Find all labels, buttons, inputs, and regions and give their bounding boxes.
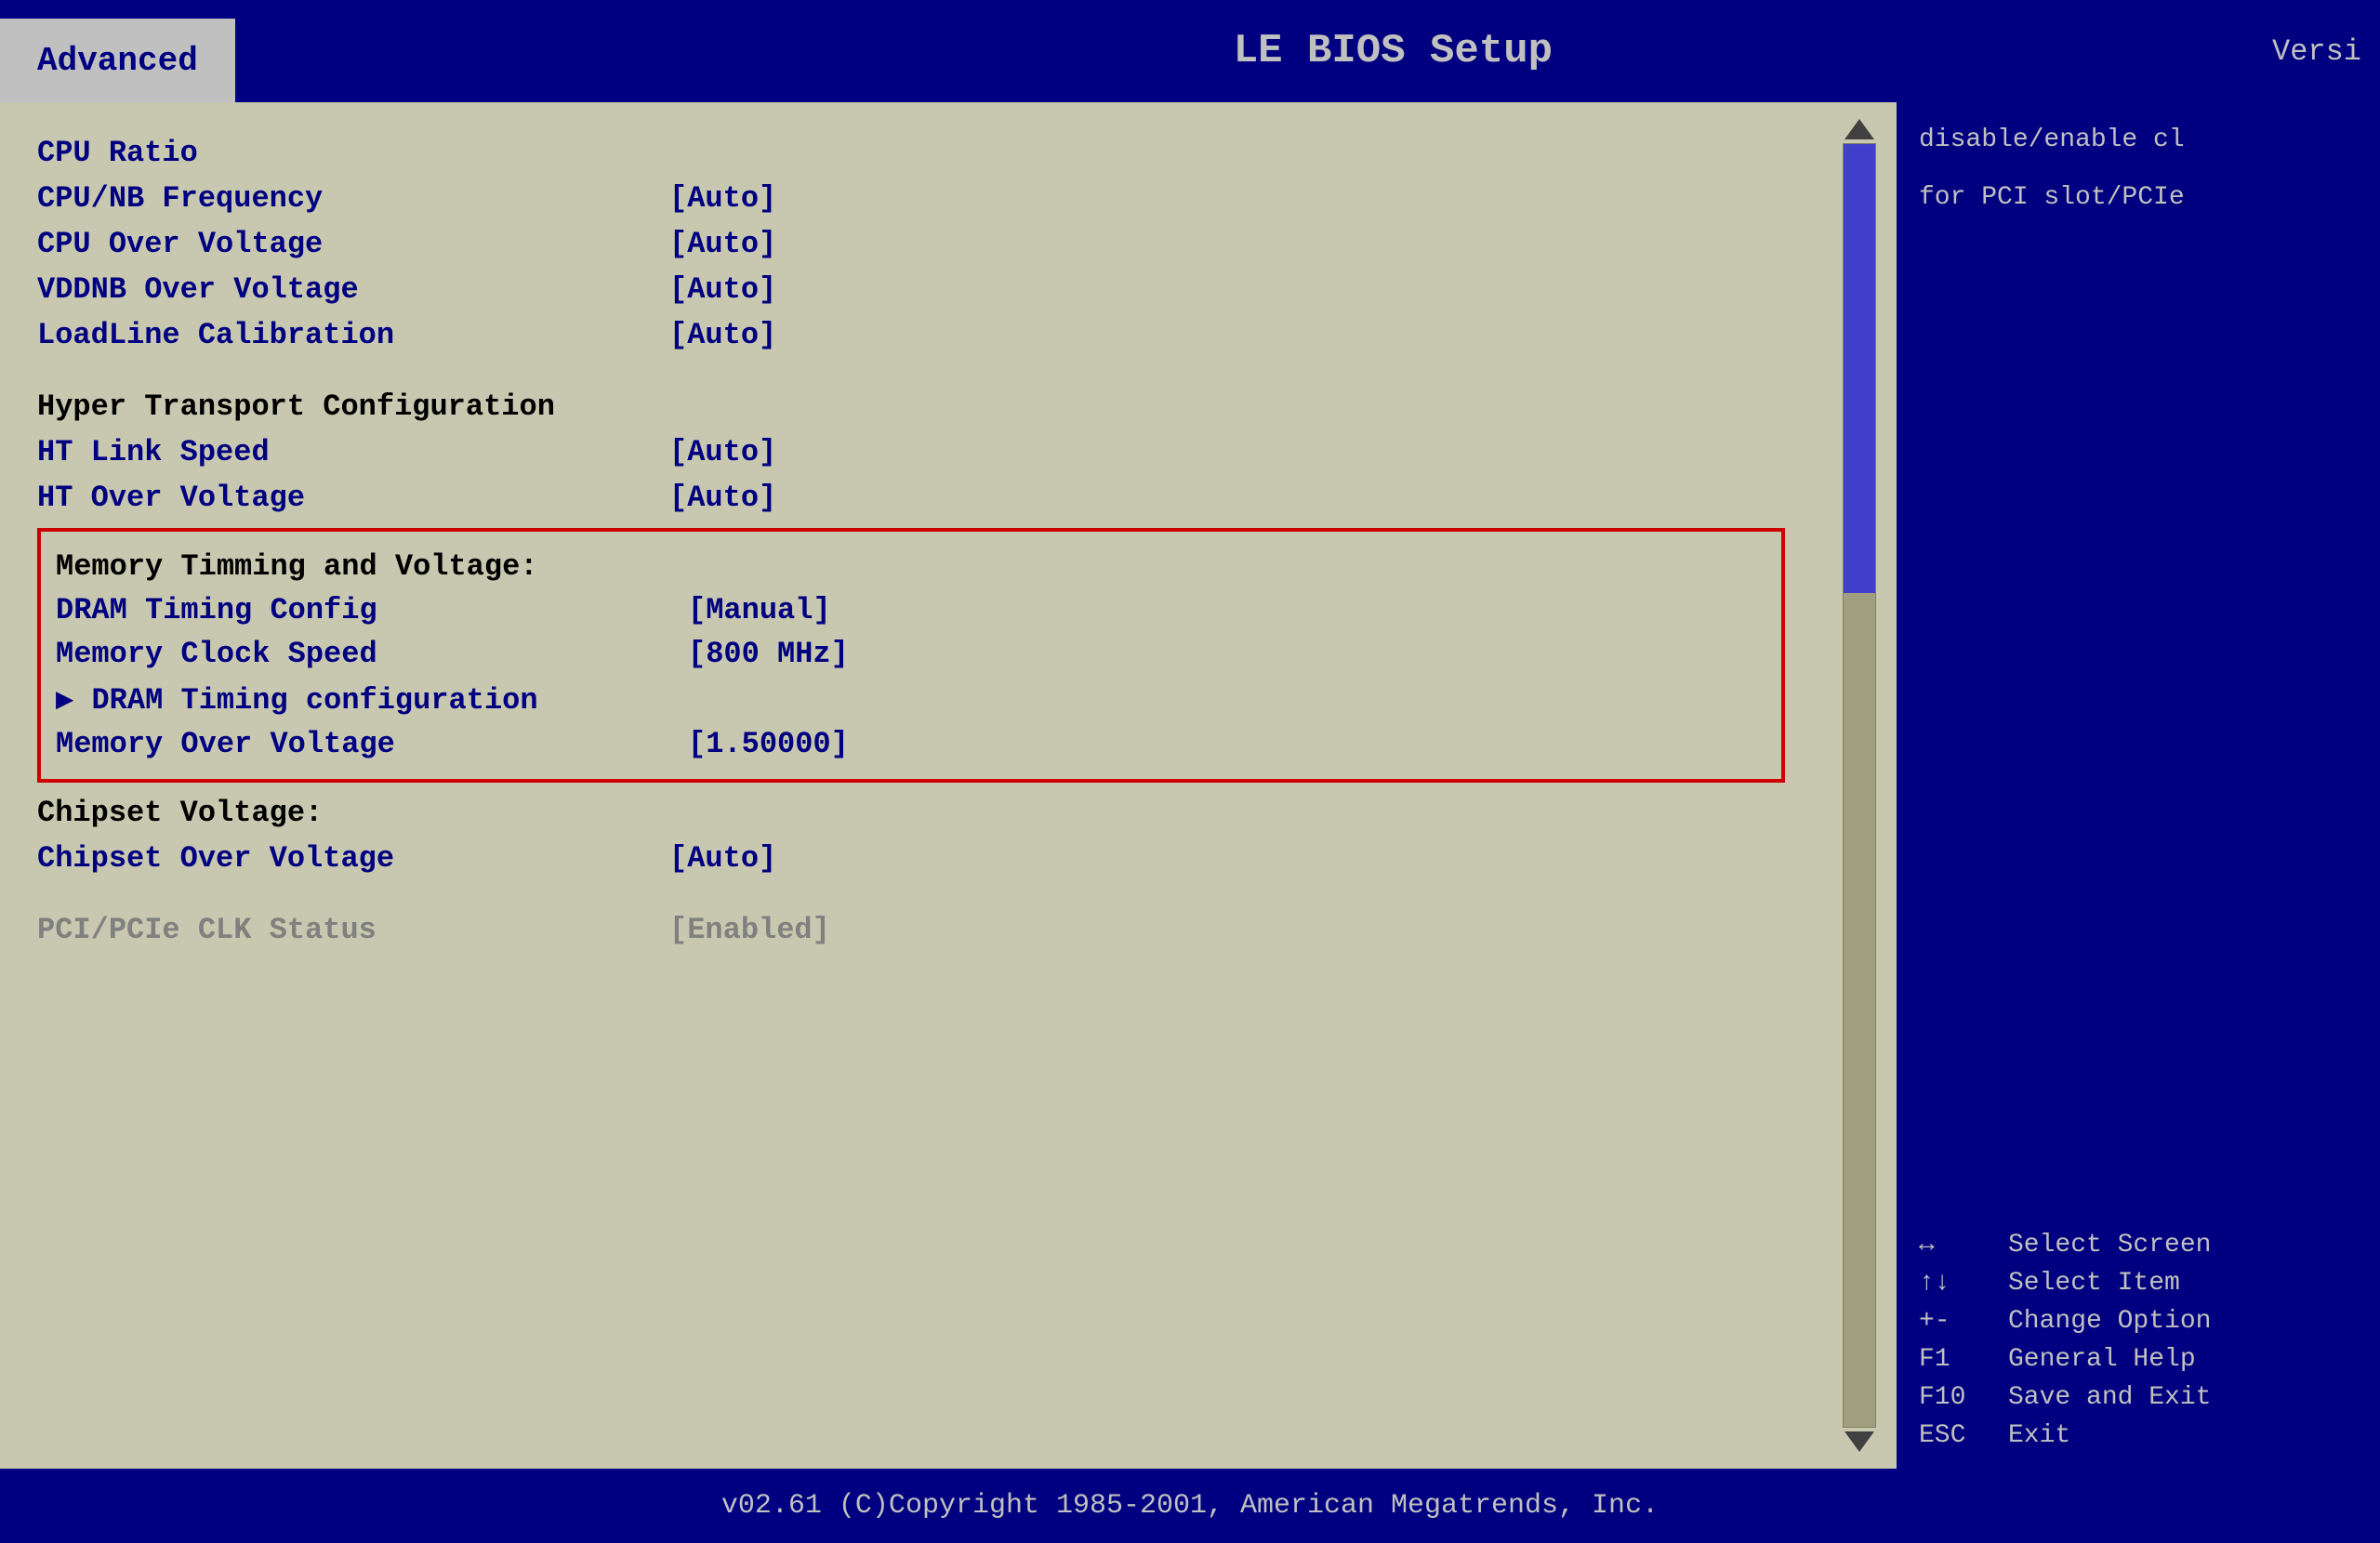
cpu-nb-freq-label: CPU/NB Frequency (37, 181, 669, 216)
keybind-change-option: +- Change Option (1919, 1307, 2358, 1336)
pci-pcie-clk-label: PCI/PCIe CLK Status (37, 913, 669, 947)
menu-item-cpu-ratio[interactable]: CPU Ratio (37, 130, 1785, 176)
key-f1: F1 (1919, 1345, 1993, 1374)
scrollbar-track[interactable] (1843, 143, 1876, 1428)
ht-link-speed-label: HT Link Speed (37, 435, 669, 469)
memory-clock-speed-value: [800 MHz] (688, 637, 849, 671)
desc-general-help: General Help (2008, 1345, 2196, 1374)
memory-section-header-row: Memory Timming and Voltage: (56, 545, 1766, 588)
cpu-over-voltage-value: [Auto] (669, 227, 776, 261)
header-bar: Advanced LE BIOS Setup Versi (0, 0, 2380, 102)
vddnb-over-voltage-value: [Auto] (669, 272, 776, 307)
menu-item-vddnb-over-voltage[interactable]: VDDNB Over Voltage [Auto] (37, 267, 1785, 312)
keybind-exit: ESC Exit (1919, 1421, 2358, 1450)
help-description-line2: for PCI slot/PCIe (1919, 178, 2358, 218)
dram-timing-config-value: [Manual] (688, 593, 831, 627)
scrollbar-thumb (1844, 144, 1875, 593)
menu-item-dram-timing-config[interactable]: DRAM Timing Config [Manual] (56, 588, 1766, 632)
help-keybinds: ↔ Select Screen ↑↓ Select Item +- Change… (1919, 1231, 2358, 1450)
pci-pcie-clk-value: [Enabled] (669, 913, 830, 947)
menu-item-memory-over-voltage[interactable]: Memory Over Voltage [1.50000] (56, 722, 1766, 766)
scrollbar-panel (1822, 102, 1897, 1469)
desc-save-exit: Save and Exit (2008, 1383, 2211, 1412)
menu-item-ht-over-voltage[interactable]: HT Over Voltage [Auto] (37, 475, 1785, 521)
desc-select-item: Select Item (2008, 1269, 2180, 1298)
keybind-select-screen: ↔ Select Screen (1919, 1231, 2358, 1259)
menu-item-chipset-voltage-header: Chipset Voltage: (37, 790, 1785, 836)
key-f10: F10 (1919, 1383, 1993, 1412)
cpu-over-voltage-label: CPU Over Voltage (37, 227, 669, 261)
menu-item-loadline[interactable]: LoadLine Calibration [Auto] (37, 312, 1785, 358)
memory-over-voltage-value: [1.50000] (688, 727, 849, 761)
menu-item-pci-pcie-clk[interactable]: PCI/PCIe CLK Status [Enabled] (37, 907, 1785, 953)
keybind-general-help: F1 General Help (1919, 1345, 2358, 1374)
key-arrows-ud: ↑↓ (1919, 1269, 1993, 1298)
key-plusminus: +- (1919, 1307, 1993, 1336)
footer-bar: v02.61 (C)Copyright 1985-2001, American … (0, 1469, 2380, 1543)
key-arrows-lr: ↔ (1919, 1231, 1993, 1259)
cpu-ratio-label: CPU Ratio (37, 136, 669, 170)
dram-timing-arrow-label: ▶ DRAM Timing configuration (56, 680, 688, 718)
menu-item-ht-header: Hyper Transport Configuration (37, 384, 1785, 429)
scroll-up-arrow[interactable] (1844, 119, 1874, 139)
menu-panel: CPU Ratio CPU/NB Frequency [Auto] CPU Ov… (0, 102, 1822, 1469)
cpu-nb-freq-value: [Auto] (669, 181, 776, 216)
vddnb-over-voltage-label: VDDNB Over Voltage (37, 272, 669, 307)
menu-item-cpu-nb-freq[interactable]: CPU/NB Frequency [Auto] (37, 176, 1785, 221)
keybind-save-exit: F10 Save and Exit (1919, 1383, 2358, 1412)
memory-clock-speed-label: Memory Clock Speed (56, 637, 688, 671)
desc-exit: Exit (2008, 1421, 2070, 1450)
memory-section: Memory Timming and Voltage: DRAM Timing … (37, 528, 1785, 783)
ht-over-voltage-label: HT Over Voltage (37, 481, 669, 515)
version-label: Versi (2272, 0, 2380, 102)
menu-item-memory-clock-speed[interactable]: Memory Clock Speed [800 MHz] (56, 632, 1766, 676)
dram-timing-config-label: DRAM Timing Config (56, 593, 688, 627)
chipset-over-voltage-label: Chipset Over Voltage (37, 841, 669, 876)
memory-over-voltage-label: Memory Over Voltage (56, 727, 688, 761)
menu-item-ht-link-speed[interactable]: HT Link Speed [Auto] (37, 429, 1785, 475)
help-description-line1: disable/enable cl (1919, 121, 2358, 160)
menu-item-dram-timing-arrow[interactable]: ▶ DRAM Timing configuration (56, 676, 1766, 722)
chipset-voltage-header-label: Chipset Voltage: (37, 796, 323, 830)
ht-link-speed-value: [Auto] (669, 435, 776, 469)
scroll-down-arrow[interactable] (1844, 1431, 1874, 1452)
main-content: CPU Ratio CPU/NB Frequency [Auto] CPU Ov… (0, 102, 2380, 1469)
scrollbar[interactable] (1822, 112, 1897, 1459)
loadline-label: LoadLine Calibration (37, 318, 669, 352)
ht-config-header-label: Hyper Transport Configuration (37, 389, 555, 424)
ht-over-voltage-value: [Auto] (669, 481, 776, 515)
loadline-value: [Auto] (669, 318, 776, 352)
desc-select-screen: Select Screen (2008, 1231, 2211, 1259)
memory-section-header-label: Memory Timming and Voltage: (56, 549, 537, 584)
desc-change-option: Change Option (2008, 1307, 2211, 1336)
bios-title: LE BIOS Setup (235, 0, 2272, 102)
keybind-select-item: ↑↓ Select Item (1919, 1269, 2358, 1298)
advanced-tab[interactable]: Advanced (0, 19, 235, 102)
menu-item-chipset-over-voltage[interactable]: Chipset Over Voltage [Auto] (37, 836, 1785, 881)
chipset-over-voltage-value: [Auto] (669, 841, 776, 876)
footer-text: v02.61 (C)Copyright 1985-2001, American … (721, 1490, 1659, 1522)
menu-item-cpu-over-voltage[interactable]: CPU Over Voltage [Auto] (37, 221, 1785, 267)
key-esc: ESC (1919, 1421, 1993, 1450)
help-panel: disable/enable cl for PCI slot/PCIe ↔ Se… (1897, 102, 2380, 1469)
